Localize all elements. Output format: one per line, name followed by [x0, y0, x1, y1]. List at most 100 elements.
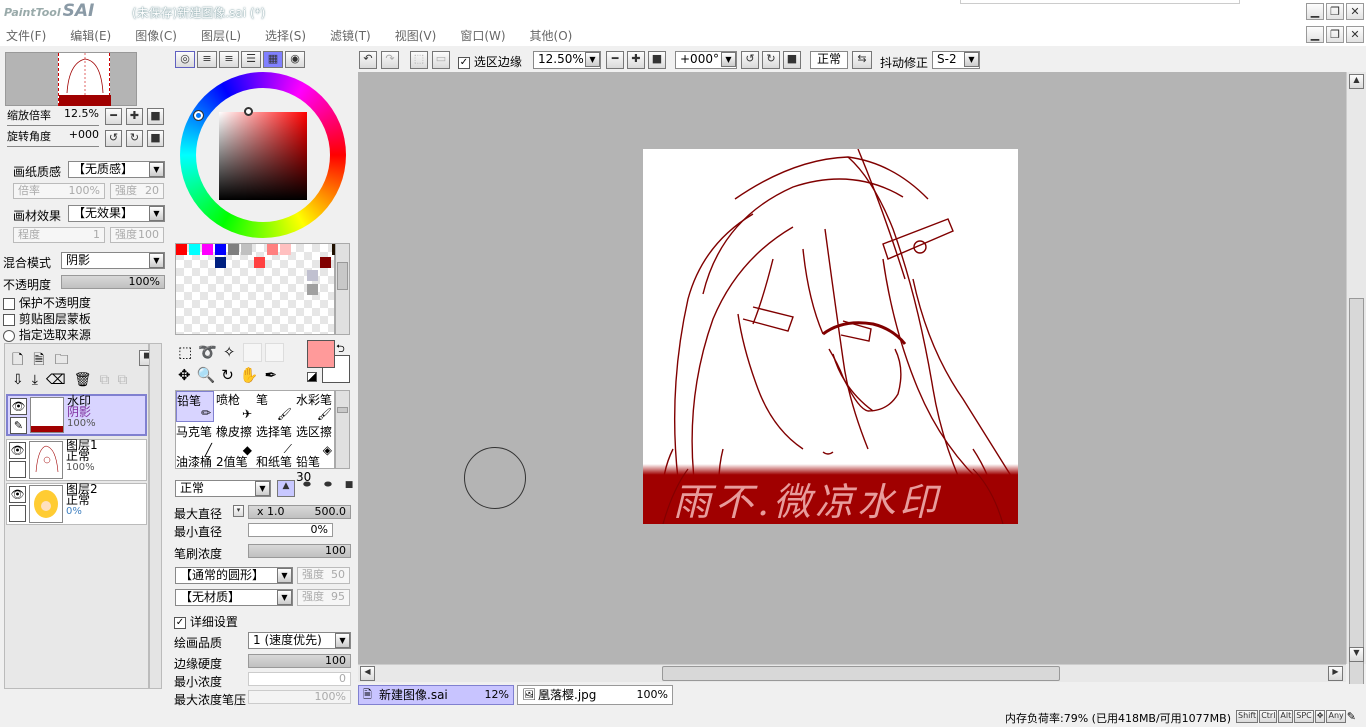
new-linework-layer-icon[interactable]: 🗎: [33, 352, 54, 368]
blend-mode-dropdown[interactable]: 阴影 ▼: [61, 252, 165, 269]
rotate-reset-button[interactable]: ■: [147, 130, 164, 147]
hue-marker[interactable]: [193, 110, 204, 121]
layer-item-1[interactable]: 👁 图层1 正常 100%: [6, 439, 147, 481]
navigator-preview[interactable]: [5, 52, 137, 106]
selection-source-option[interactable]: 指定选取来源: [3, 326, 91, 343]
swatch[interactable]: [228, 244, 239, 255]
menu-filter[interactable]: 滤镜(T): [330, 27, 371, 44]
tool-washi-pen[interactable]: 和纸笔: [256, 453, 294, 469]
effect-strength-field[interactable]: 强度 100: [110, 227, 164, 243]
default-colors-icon[interactable]: [307, 372, 317, 382]
magic-wand-icon[interactable]: ✧: [223, 343, 242, 361]
zoom-in-button[interactable]: ✚: [126, 108, 143, 125]
swatch[interactable]: [307, 284, 318, 295]
any-key-indicator[interactable]: Any: [1326, 710, 1346, 723]
clip-mask-option[interactable]: 剪贴图层蒙板: [3, 310, 91, 327]
max-size-slider[interactable]: x 1.0 500.0: [248, 505, 351, 519]
shift-key-indicator[interactable]: Shift: [1236, 710, 1259, 723]
menu-layer[interactable]: 图层(L): [201, 27, 241, 44]
layer-item-2[interactable]: 👁 图层2 正常 0%: [6, 483, 147, 525]
menu-view[interactable]: 视图(V): [395, 27, 437, 44]
clip-mask-checkbox[interactable]: [3, 313, 15, 326]
tab-image-jpg[interactable]: 🖼 凰落樱.jpg 100%: [517, 685, 673, 705]
canvas-zoom-reset-button[interactable]: ■: [648, 51, 666, 69]
canvas-rotate-left-button[interactable]: ↺: [741, 51, 759, 69]
canvas-rotate-right-button[interactable]: ↻: [762, 51, 780, 69]
space-key-indicator[interactable]: SPC: [1294, 710, 1314, 723]
tool-select-pen[interactable]: 选择笔 ⟋: [256, 423, 294, 456]
primary-color[interactable]: [307, 340, 335, 368]
brush-shape-flat[interactable]: ⬬: [319, 480, 337, 497]
swatch[interactable]: [241, 244, 252, 255]
protect-opacity-checkbox[interactable]: [3, 297, 15, 310]
brush-shape-round[interactable]: ⬬: [298, 480, 316, 497]
transfer-down-icon[interactable]: ⇩: [12, 372, 32, 388]
eyedropper-icon[interactable]: ✒: [265, 366, 284, 384]
vertical-scrollbar[interactable]: ▲ ▼: [1346, 72, 1366, 686]
max-pressure-slider[interactable]: 100%: [248, 690, 351, 704]
doc-close-button[interactable]: ✕: [1346, 26, 1364, 43]
scroll-left-button[interactable]: ◀: [360, 666, 375, 681]
rgb-slider-tab[interactable]: ≡: [197, 51, 217, 68]
swatch[interactable]: [267, 244, 278, 255]
canvas-blend-dropdown[interactable]: 正常: [810, 51, 848, 69]
menu-file[interactable]: 文件(F): [6, 27, 46, 44]
color-wheel-tab[interactable]: ◎: [175, 51, 195, 68]
horizontal-scrollbar[interactable]: ◀ ▶: [358, 664, 1346, 682]
swatch[interactable]: [176, 244, 187, 255]
scroll-up-button[interactable]: ▲: [1349, 74, 1364, 89]
canvas-zoom-out-button[interactable]: ━: [606, 51, 624, 69]
stabilizer-dropdown[interactable]: S-2 ▼: [932, 51, 980, 69]
pen-icon[interactable]: ✎: [10, 417, 27, 434]
alt-key-indicator[interactable]: Alt: [1278, 710, 1294, 723]
selection-source-radio[interactable]: [3, 329, 15, 342]
quality-dropdown[interactable]: 1 (速度优先) ▼: [248, 632, 351, 649]
scroll-right-button[interactable]: ▶: [1328, 666, 1343, 681]
new-layer-icon[interactable]: 🗋: [12, 352, 33, 368]
density-slider[interactable]: 100: [248, 544, 351, 558]
hsv-slider-tab[interactable]: ≡: [219, 51, 239, 68]
zoom-out-button[interactable]: ━: [105, 108, 122, 125]
tool-bucket[interactable]: 油漆桶: [176, 453, 214, 469]
menu-select[interactable]: 选择(S): [265, 27, 306, 44]
brush-shape-square[interactable]: ■: [340, 480, 358, 497]
doc-minimize-button[interactable]: ▁: [1306, 26, 1324, 43]
rotate-slider[interactable]: [7, 145, 99, 147]
clear-layer-icon[interactable]: ⌫: [46, 372, 74, 388]
swatch[interactable]: [254, 257, 265, 268]
scratch-tab[interactable]: ☰: [241, 51, 261, 68]
paper-effect-dropdown[interactable]: 【无效果】 ▼: [68, 205, 165, 222]
swatch[interactable]: [320, 257, 331, 268]
swatch[interactable]: [215, 244, 226, 255]
menu-edit[interactable]: 编辑(E): [70, 27, 111, 44]
tool-marker[interactable]: 马克笔 ╱: [176, 423, 214, 457]
merge-down-icon[interactable]: ⤓: [32, 372, 46, 388]
min-density-slider[interactable]: 0: [248, 672, 351, 686]
zoom-icon[interactable]: 🔍: [197, 366, 222, 384]
tool-eraser[interactable]: 橡皮擦 ◆: [216, 423, 254, 457]
brush-texture-dropdown[interactable]: 【无材质】 ▼: [175, 589, 293, 606]
tab-new-image[interactable]: 🗎 新建图像.sai 12%: [358, 685, 514, 705]
doc-maximize-button[interactable]: ❐: [1326, 26, 1344, 43]
shape-strength-field[interactable]: 强度 50: [297, 567, 350, 584]
swap-colors-icon[interactable]: ⮌: [336, 340, 345, 359]
saturation-value-square[interactable]: [219, 107, 307, 200]
rect-select-icon[interactable]: ⬚: [178, 343, 198, 361]
sv-marker[interactable]: [244, 107, 253, 116]
delete-layer-icon[interactable]: 🗑: [74, 372, 100, 388]
tool-pencil30[interactable]: 铅笔30: [296, 453, 334, 484]
brush-shape-dropdown[interactable]: 【通常的圆形】 ▼: [175, 567, 293, 584]
canvas-viewport[interactable]: 雨不.微凉水印: [358, 72, 1346, 664]
pen-icon[interactable]: [9, 505, 26, 522]
advanced-settings-option[interactable]: ✓ 详细设置: [174, 613, 238, 630]
swatch[interactable]: [280, 244, 291, 255]
brush-shape-triangle[interactable]: ▲: [277, 480, 295, 497]
move-icon[interactable]: ✥: [178, 366, 197, 384]
scroll-down-button[interactable]: ▼: [1349, 647, 1364, 662]
redo-button[interactable]: ↷: [381, 51, 399, 69]
texture-strength-field[interactable]: 强度 95: [297, 589, 350, 606]
edge-hardness-slider[interactable]: 100: [248, 654, 351, 668]
close-button[interactable]: ✕: [1346, 3, 1364, 20]
tool-pencil[interactable]: 铅笔 ✏: [176, 391, 214, 422]
new-folder-icon[interactable]: 🗀: [55, 352, 79, 368]
